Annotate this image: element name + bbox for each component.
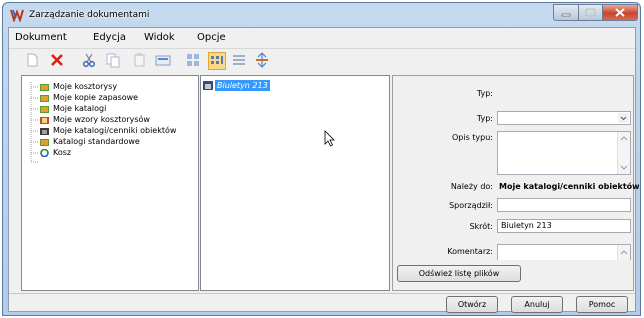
- tree-item-label: Kosz: [53, 148, 72, 157]
- button-bar: Otwórz Anuluj Pomoc: [9, 293, 635, 313]
- properties-button[interactable]: [155, 52, 173, 70]
- details-view-button[interactable]: [254, 52, 272, 70]
- list-view-button[interactable]: [231, 52, 249, 70]
- menu-dokument[interactable]: Dokument: [15, 32, 67, 43]
- open-button[interactable]: Otwórz: [446, 296, 498, 313]
- scroll-up-icon: [620, 136, 628, 141]
- opis-label: Opis typu:: [451, 133, 493, 142]
- opis-textarea[interactable]: [497, 131, 631, 175]
- tree-item-label: Moje katalogi: [53, 104, 107, 113]
- minimize-button[interactable]: [553, 4, 579, 21]
- large-icons-view-icon: [187, 54, 199, 66]
- list-item-label: Biuletyn 213: [215, 80, 270, 91]
- komentarz-scrollbar[interactable]: [617, 245, 630, 260]
- tree-item-label: Moje kopie zapasowe: [53, 93, 139, 102]
- skrot-input[interactable]: Biuletyn 213: [497, 219, 631, 233]
- delete-icon: [51, 54, 63, 66]
- maximize-icon: [585, 8, 596, 17]
- tree-item-label: Katalogi standardowe: [53, 137, 140, 146]
- close-button[interactable]: [602, 4, 638, 21]
- close-icon: [615, 8, 625, 17]
- cut-button[interactable]: [81, 52, 99, 70]
- file-list[interactable]: Biuletyn 213: [200, 75, 390, 291]
- new-document-button[interactable]: [24, 52, 42, 70]
- small-icons-view-icon: [211, 56, 223, 64]
- client-area: Dokument Edycja Widok Opcje Moje kosztor…: [8, 27, 640, 313]
- properties-panel: Typ: Typ: Opis typu: Należy do: Moje kat…: [392, 75, 640, 291]
- skrot-input-value: Biuletyn 213: [501, 221, 552, 230]
- paste-icon: [134, 53, 145, 67]
- copy-button[interactable]: [105, 52, 123, 70]
- komentarz-label: Komentarz:: [447, 247, 493, 256]
- menu-edycja[interactable]: Edycja: [93, 32, 126, 43]
- properties-icon: [155, 55, 171, 66]
- delete-button[interactable]: [49, 52, 67, 70]
- catalog-file-icon: [203, 81, 213, 90]
- small-icons-view-button[interactable]: [208, 52, 226, 70]
- recycle-bin-icon: [40, 149, 49, 157]
- refresh-file-list-button[interactable]: Odśwież listę plików: [397, 265, 521, 282]
- title-bar[interactable]: Zarządzanie dokumentami: [3, 3, 640, 27]
- tree-lines: [30, 82, 38, 163]
- new-document-icon: [27, 53, 38, 67]
- typ-select[interactable]: [497, 111, 631, 125]
- folder-icon: [40, 106, 49, 113]
- cut-icon: [83, 53, 95, 67]
- building-folder-icon: [40, 128, 49, 135]
- menu-bar: Dokument Edycja Widok Opcje: [9, 28, 635, 47]
- toolbar: [9, 48, 635, 73]
- sporzadzil-input[interactable]: [497, 198, 631, 212]
- help-button[interactable]: Pomoc: [576, 296, 628, 313]
- sporzadzil-label: Sporządził:: [449, 201, 493, 210]
- chevron-down-icon: [618, 113, 629, 123]
- menu-widok[interactable]: Widok: [144, 32, 175, 43]
- template-folder-icon: [40, 117, 49, 124]
- skrot-label: Skrót:: [469, 222, 493, 231]
- mouse-cursor-icon: [324, 130, 335, 147]
- minimize-icon: [561, 13, 571, 17]
- nalezy-value: Moje katalogi/cenniki obiektów: [499, 182, 640, 191]
- scroll-down-icon: [620, 165, 628, 170]
- komentarz-textarea[interactable]: [497, 244, 631, 260]
- maximize-button[interactable]: [578, 4, 603, 21]
- tree-item-label: Moje wzory kosztorysów: [53, 115, 150, 124]
- nalezy-label: Należy do:: [450, 182, 493, 191]
- folder-tree[interactable]: Moje kosztorysy Moje kopie zapasowe Moje…: [21, 75, 199, 291]
- paste-button[interactable]: [131, 52, 149, 70]
- copy-icon: [106, 53, 120, 68]
- cancel-button[interactable]: Anuluj: [511, 296, 563, 313]
- tree-item-label: Moje katalogi/cenniki obiektów: [53, 126, 177, 135]
- typ-header-label: Typ:: [476, 89, 493, 98]
- window-title: Zarządzanie dokumentami: [29, 10, 150, 20]
- folder-icon: [40, 95, 49, 102]
- opis-scrollbar[interactable]: [617, 132, 630, 174]
- menu-opcje[interactable]: Opcje: [197, 32, 226, 43]
- folder-icon: [40, 139, 49, 146]
- scroll-up-icon: [620, 250, 628, 255]
- details-view-icon: [256, 52, 268, 68]
- large-icons-view-button[interactable]: [185, 52, 203, 70]
- folder-icon: [40, 84, 49, 91]
- tree-item-label: Moje kosztorysy: [53, 82, 118, 91]
- main-window: Zarządzanie dokumentami Dokument Edycja …: [2, 2, 641, 316]
- typ-label: Typ:: [476, 114, 493, 123]
- app-logo-icon: [10, 9, 24, 22]
- list-view-icon: [233, 55, 245, 65]
